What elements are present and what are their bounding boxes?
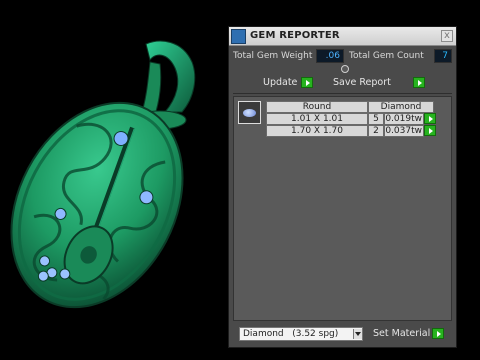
column-header-round[interactable]: Round: [266, 101, 368, 113]
material-select[interactable]: Diamond (3.52 spg): [239, 327, 363, 341]
table-row-2-weight: 0.037tw: [384, 125, 424, 137]
table-row-2-qty: 2: [368, 125, 384, 137]
material-bar: Diamond (3.52 spg) Set Material: [233, 323, 452, 345]
gem-reporter-app-icon: [231, 29, 246, 44]
table-row-1-qty: 5: [368, 113, 384, 125]
material-select-value: Diamond (3.52 spg): [243, 329, 339, 339]
close-button[interactable]: x: [441, 30, 453, 42]
row-1-select-button[interactable]: [424, 113, 436, 124]
table-row-1-weight: 0.019tw: [384, 113, 424, 125]
title-bar[interactable]: GEM REPORTER x: [229, 27, 456, 46]
panel-title: GEM REPORTER: [250, 30, 340, 41]
set-material-button[interactable]: [432, 328, 444, 339]
total-gem-count-value: 7: [434, 49, 452, 63]
save-report-button[interactable]: [413, 77, 425, 88]
collapse-toggle[interactable]: [341, 65, 349, 73]
table-row-2-size: 1.70 X 1.70: [266, 125, 368, 137]
total-gem-weight-value: .06: [316, 49, 344, 63]
chevron-down-icon[interactable]: [353, 329, 362, 339]
close-icon[interactable]: x: [444, 30, 450, 41]
save-report-label: Save Report: [333, 77, 391, 88]
update-label: Update: [263, 77, 298, 88]
total-gem-weight-label: Total Gem Weight: [233, 51, 313, 61]
round-gem-icon[interactable]: [238, 101, 261, 124]
table-row-1-size: 1.01 X 1.01: [266, 113, 368, 125]
total-gem-count-label: Total Gem Count: [349, 51, 424, 61]
update-button[interactable]: [301, 77, 313, 88]
row-2-select-button[interactable]: [424, 125, 436, 136]
column-header-diamond[interactable]: Diamond: [368, 101, 434, 113]
gem-reporter-panel: GEM REPORTER x Total Gem Weight .06 Tota…: [228, 26, 457, 348]
set-material-label: Set Material: [373, 328, 431, 339]
gem-list[interactable]: Round Diamond 1.01 X 1.01 5 0.019tw 1.70…: [233, 96, 452, 321]
divider: [233, 93, 452, 94]
